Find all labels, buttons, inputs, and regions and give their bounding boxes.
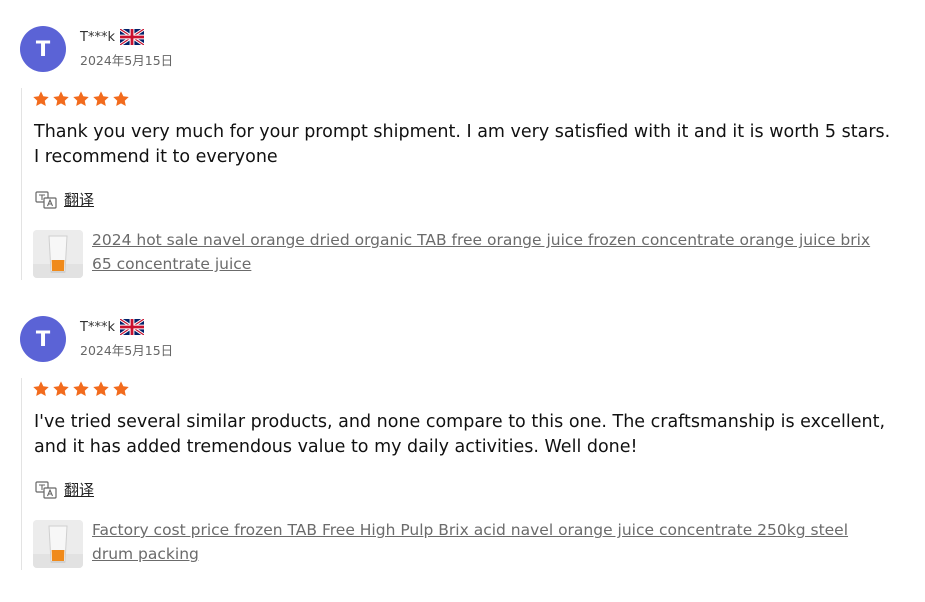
star-icon	[72, 380, 90, 398]
translate-button[interactable]: 翻译	[35, 189, 94, 210]
review-content: I've tried several similar products, and…	[21, 378, 912, 570]
avatar: T	[20, 316, 66, 362]
reviewer-info: T***k	[80, 27, 144, 47]
review-date: 2024年5月15日	[80, 343, 174, 358]
reviewer-name: T***k	[80, 29, 115, 45]
star-icon	[72, 90, 90, 108]
reviewer-info: T***k	[80, 317, 144, 337]
translate-label[interactable]: 翻译	[64, 189, 94, 210]
translate-label[interactable]: 翻译	[64, 479, 94, 500]
star-rating	[32, 90, 130, 108]
star-icon	[32, 380, 50, 398]
avatar: T	[20, 26, 66, 72]
star-icon	[52, 380, 70, 398]
product-thumbnail[interactable]	[33, 230, 83, 278]
star-icon	[52, 90, 70, 108]
product-link[interactable]: Factory cost price frozen TAB Free High …	[92, 518, 882, 566]
star-icon	[92, 90, 110, 108]
product-link[interactable]: 2024 hot sale navel orange dried organic…	[92, 228, 882, 276]
product-reference: 2024 hot sale navel orange dried organic…	[33, 230, 882, 278]
review-text: I've tried several similar products, and…	[34, 412, 886, 457]
star-icon	[112, 380, 130, 398]
star-icon	[32, 90, 50, 108]
review-date: 2024年5月15日	[80, 53, 174, 68]
review-text: Thank you very much for your prompt ship…	[34, 122, 891, 167]
star-rating	[32, 380, 130, 398]
uk-flag-icon	[119, 29, 144, 45]
star-icon	[112, 90, 130, 108]
review-content: Thank you very much for your prompt ship…	[21, 88, 912, 280]
translate-button[interactable]: 翻译	[35, 479, 94, 500]
translate-icon	[35, 480, 57, 499]
reviewer-name: T***k	[80, 319, 115, 335]
product-reference: Factory cost price frozen TAB Free High …	[33, 520, 882, 568]
translate-icon	[35, 190, 57, 209]
product-thumbnail[interactable]	[33, 520, 83, 568]
uk-flag-icon	[119, 319, 144, 335]
star-icon	[92, 380, 110, 398]
